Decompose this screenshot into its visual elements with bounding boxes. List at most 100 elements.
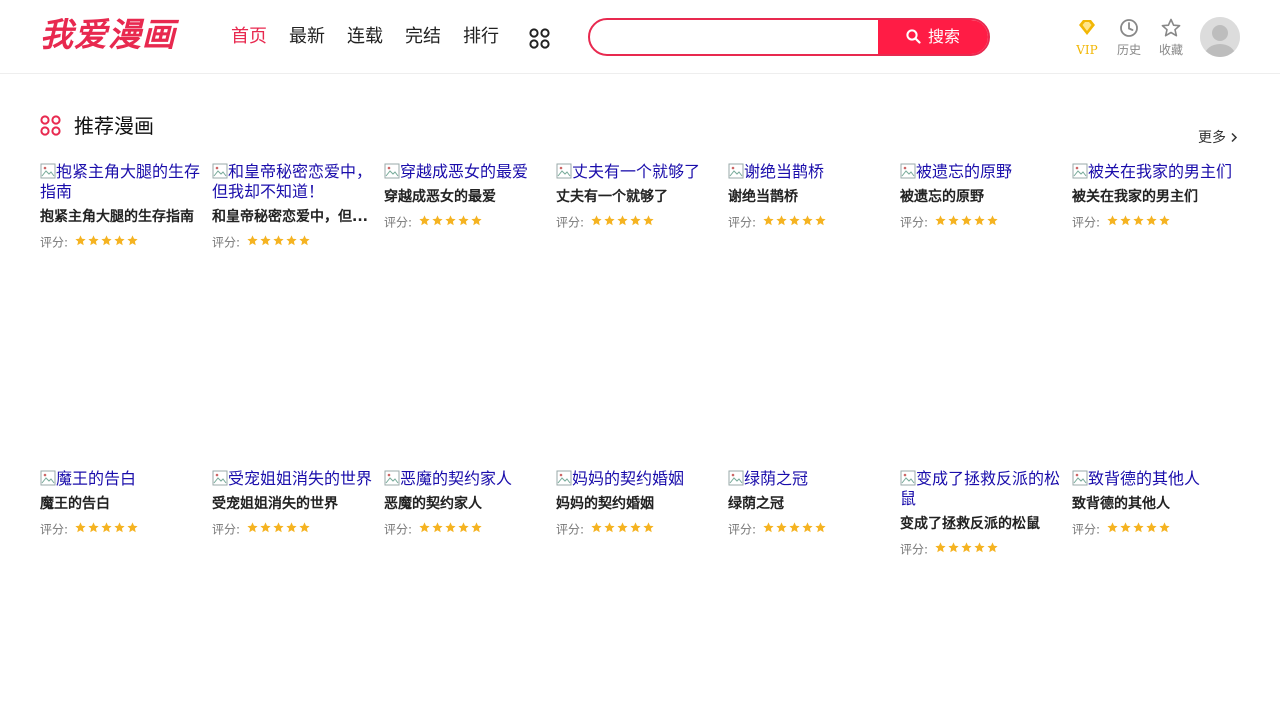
- nav-item-ongoing[interactable]: 连载: [347, 24, 383, 50]
- rating-stars: [75, 231, 140, 250]
- rating-label: 评分:: [728, 522, 757, 537]
- rating-label: 评分:: [728, 215, 757, 230]
- rating-stars: [1107, 518, 1172, 537]
- rating-star-icon: [1120, 522, 1131, 533]
- history-button[interactable]: 历史: [1109, 17, 1149, 58]
- broken-image-icon: [1072, 163, 1088, 179]
- comic-title[interactable]: 妈妈的契约婚姻: [556, 494, 716, 514]
- comic-card[interactable]: 谢绝当鹊桥 谢绝当鹊桥 评分:: [728, 162, 890, 230]
- comic-title[interactable]: 丈夫有一个就够了: [556, 187, 716, 207]
- comic-cover-image[interactable]: 致背德的其他人: [1072, 469, 1234, 489]
- broken-image-icon: [384, 163, 400, 179]
- comic-cover-image[interactable]: 绿荫之冠: [728, 469, 890, 489]
- rating-star-icon: [591, 215, 602, 226]
- nav-item-home[interactable]: 首页: [231, 24, 267, 50]
- comic-rating: 评分:: [728, 211, 888, 230]
- comic-title[interactable]: 被关在我家的男主们: [1072, 187, 1232, 207]
- rating-star-icon: [776, 522, 787, 533]
- rating-star-icon: [763, 522, 774, 533]
- rating-label: 评分:: [900, 215, 929, 230]
- comic-card[interactable]: 恶魔的契约家人 恶魔的契约家人 评分:: [384, 469, 546, 537]
- comic-card[interactable]: 和皇帝秘密恋爱中，但我却不知道！ 和皇帝秘密恋爱中，但... 评分:: [212, 162, 374, 250]
- comic-cover-alt: 受宠姐姐消失的世界: [228, 469, 373, 488]
- comic-title[interactable]: 谢绝当鹊桥: [728, 187, 888, 207]
- comic-card[interactable]: 致背德的其他人 致背德的其他人评分:: [1072, 469, 1234, 537]
- comic-cover-image[interactable]: 被遗忘的原野: [900, 162, 1062, 182]
- comic-title[interactable]: 和皇帝秘密恋爱中，但...: [212, 207, 372, 227]
- comic-card[interactable]: 穿越成恶女的最爱 穿越成恶女的最爱评分:: [384, 162, 546, 230]
- site-logo[interactable]: 我爱漫画: [40, 16, 176, 54]
- comic-title[interactable]: 魔王的告白: [40, 494, 200, 514]
- nav-item-ranking[interactable]: 排行: [463, 24, 499, 50]
- comic-cover-image[interactable]: 变成了拯救反派的松鼠: [900, 469, 1062, 509]
- comic-rating: 评分:: [1072, 518, 1232, 537]
- comic-card[interactable]: 妈妈的契约婚姻 妈妈的契约婚姻 评分:: [556, 469, 718, 537]
- search-input[interactable]: [590, 20, 880, 54]
- comic-title[interactable]: 致背德的其他人: [1072, 494, 1232, 514]
- rating-star-icon: [75, 235, 86, 246]
- rating-star-icon: [617, 215, 628, 226]
- comic-rating: 评分:: [384, 211, 544, 230]
- comic-card[interactable]: 抱紧主角大腿的生存指南 抱紧主角大腿的生存指南 评分:: [40, 162, 202, 250]
- comic-cover-image[interactable]: 丈夫有一个就够了: [556, 162, 718, 182]
- comic-cover-image[interactable]: 抱紧主角大腿的生存指南: [40, 162, 202, 202]
- comic-card[interactable]: 被遗忘的原野 被遗忘的原野评分:: [900, 162, 1062, 230]
- nav-item-latest[interactable]: 最新: [289, 24, 325, 50]
- rating-star-icon: [935, 542, 946, 553]
- rating-label: 评分:: [212, 522, 241, 537]
- comic-cover-image[interactable]: 穿越成恶女的最爱: [384, 162, 546, 182]
- comic-card[interactable]: 变成了拯救反派的松鼠 变成了拯救反派的松鼠 评分:: [900, 469, 1062, 557]
- broken-image-icon: [728, 163, 744, 179]
- section-title: 推荐漫画: [74, 114, 154, 138]
- search-button[interactable]: 搜索: [878, 20, 988, 54]
- nav-item-completed[interactable]: 完结: [405, 24, 441, 50]
- broken-image-icon: [212, 470, 228, 486]
- comic-rating: 评分:: [900, 538, 1060, 557]
- more-link[interactable]: 更多: [1198, 128, 1238, 148]
- comic-card[interactable]: 被关在我家的男主们 被关在我家的男主们 评分:: [1072, 162, 1234, 230]
- comic-cover-image[interactable]: 和皇帝秘密恋爱中，但我却不知道！: [212, 162, 374, 202]
- comic-title[interactable]: 绿荫之冠: [728, 494, 888, 514]
- comic-cover-image[interactable]: 谢绝当鹊桥: [728, 162, 890, 182]
- comic-cover-image[interactable]: 恶魔的契约家人: [384, 469, 546, 489]
- rating-star-icon: [432, 522, 443, 533]
- comic-rating: 评分:: [556, 518, 716, 537]
- rating-star-icon: [802, 215, 813, 226]
- comic-title[interactable]: 恶魔的契约家人: [384, 494, 544, 514]
- grid-icon[interactable]: [529, 28, 550, 49]
- search-box: 搜索: [588, 18, 990, 56]
- comic-cover-alt: 魔王的告白: [56, 469, 137, 488]
- comic-cover-alt: 谢绝当鹊桥: [744, 162, 825, 181]
- comic-cover-image[interactable]: 魔王的告白: [40, 469, 202, 489]
- avatar[interactable]: [1200, 17, 1240, 57]
- comic-title[interactable]: 抱紧主角大腿的生存指南: [40, 207, 200, 227]
- comic-title[interactable]: 被遗忘的原野: [900, 187, 1060, 207]
- rating-stars: [591, 518, 656, 537]
- rating-star-icon: [286, 522, 297, 533]
- rating-star-icon: [299, 522, 310, 533]
- comic-title[interactable]: 受宠姐姐消失的世界: [212, 494, 372, 514]
- rating-label: 评分:: [384, 215, 413, 230]
- comic-title[interactable]: 变成了拯救反派的松鼠: [900, 514, 1060, 534]
- vip-label: VIP: [1076, 43, 1098, 57]
- comic-cover-alt: 妈妈的契约婚姻: [572, 469, 685, 488]
- comic-cover-image[interactable]: 被关在我家的男主们: [1072, 162, 1234, 182]
- comic-card[interactable]: 绿荫之冠 绿荫之冠 评分:: [728, 469, 890, 537]
- rating-label: 评分:: [1072, 522, 1101, 537]
- rating-star-icon: [1133, 522, 1144, 533]
- rating-star-icon: [471, 215, 482, 226]
- favorites-button[interactable]: 收藏: [1151, 17, 1191, 58]
- clock-icon: [1120, 19, 1138, 37]
- comic-card[interactable]: 魔王的告白 魔王的告白 评分:: [40, 469, 202, 537]
- comic-cover-image[interactable]: 妈妈的契约婚姻: [556, 469, 718, 489]
- vip-button[interactable]: VIP: [1067, 17, 1107, 58]
- rating-stars: [1107, 211, 1172, 230]
- comic-title[interactable]: 穿越成恶女的最爱: [384, 187, 544, 207]
- rating-star-icon: [247, 522, 258, 533]
- rating-label: 评分:: [40, 522, 69, 537]
- comic-card[interactable]: 丈夫有一个就够了 丈夫有一个就够了 评分:: [556, 162, 718, 230]
- comic-card[interactable]: 受宠姐姐消失的世界 受宠姐姐消失的世界 评分:: [212, 469, 374, 537]
- comic-cover-image[interactable]: 受宠姐姐消失的世界: [212, 469, 374, 489]
- more-label: 更多: [1198, 130, 1226, 146]
- rating-star-icon: [75, 522, 86, 533]
